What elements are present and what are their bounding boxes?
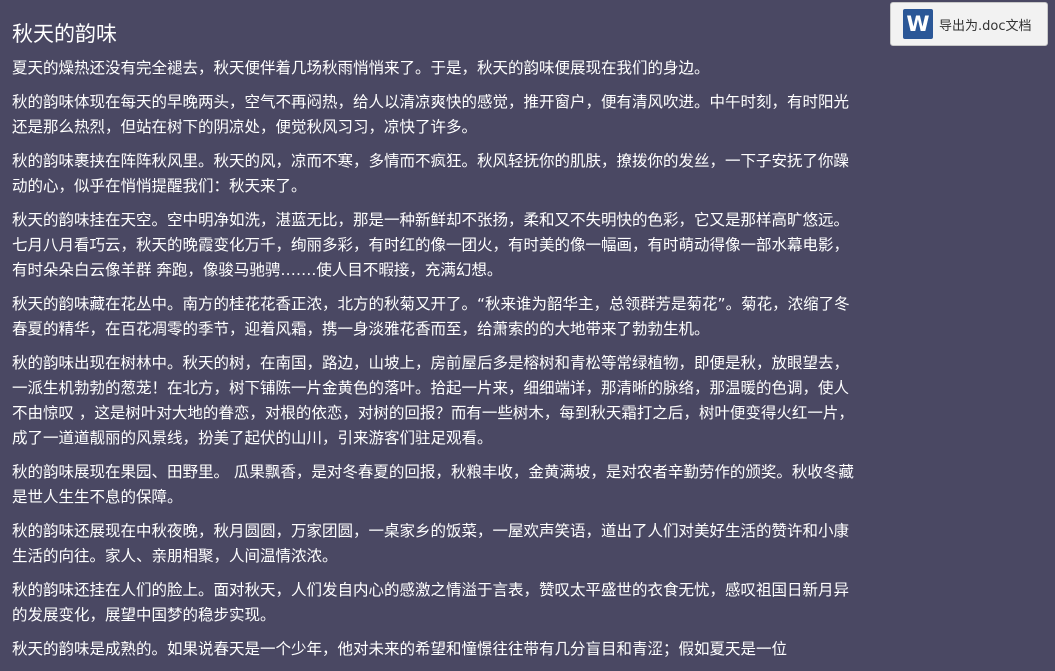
paragraph: 秋的韵味裹挟在阵阵秋风里。秋天的风，凉而不寒，多情而不疯狂。秋风轻抚你的肌肤，撩… [12,152,850,195]
paragraph: 秋天的韵味藏在花丛中。南方的桂花花香正浓，北方的秋菊又开了。“秋来谁为韶华主，总… [12,295,850,338]
export-doc-button[interactable]: W 导出为.doc文档 [890,2,1048,46]
paragraph: 秋天的韵味挂在天空。空中明净如洗，湛蓝无比，那是一种新鲜却不张扬，柔和又不失明快… [12,211,850,279]
paragraph: 秋的韵味还挂在人们的脸上。面对秋天，人们发自内心的感激之情溢于言表，赞叹太平盛世… [12,581,850,624]
paragraph: 夏天的燥热还没有完全褪去，秋天便伴着几场秋雨悄悄来了。于是，秋天的韵味便展现在我… [12,59,710,77]
export-doc-label: 导出为.doc文档 [939,18,1032,34]
paragraph: 秋的韵味体现在每天的早晚两头，空气不再闷热，给人以清凉爽快的感觉，推开窗户，便有… [12,93,850,136]
word-icon: W [903,9,933,39]
article: 秋天的韵味 夏天的燥热还没有完全褪去，秋天便伴着几场秋雨悄悄来了。于是，秋天的韵… [12,20,860,671]
paragraph: 秋的韵味展现在果园、田野里。 瓜果飘香，是对冬春夏的回报，秋粮丰收，金黄满坡，是… [12,463,854,506]
paragraph: 秋的韵味还展现在中秋夜晚，秋月圆圆，万家团圆，一桌家乡的饭菜，一屋欢声笑语，道出… [12,522,850,565]
article-title: 秋天的韵味 [12,22,117,46]
paragraph: 秋天的韵味是成熟的。如果说春天是一个少年，他对未来的希望和憧憬往往带有几分盲目和… [12,640,788,658]
paragraph: 秋的韵味出现在树林中。秋天的树，在南国，路边，山坡上，房前屋后多是榕树和青松等常… [12,354,854,447]
